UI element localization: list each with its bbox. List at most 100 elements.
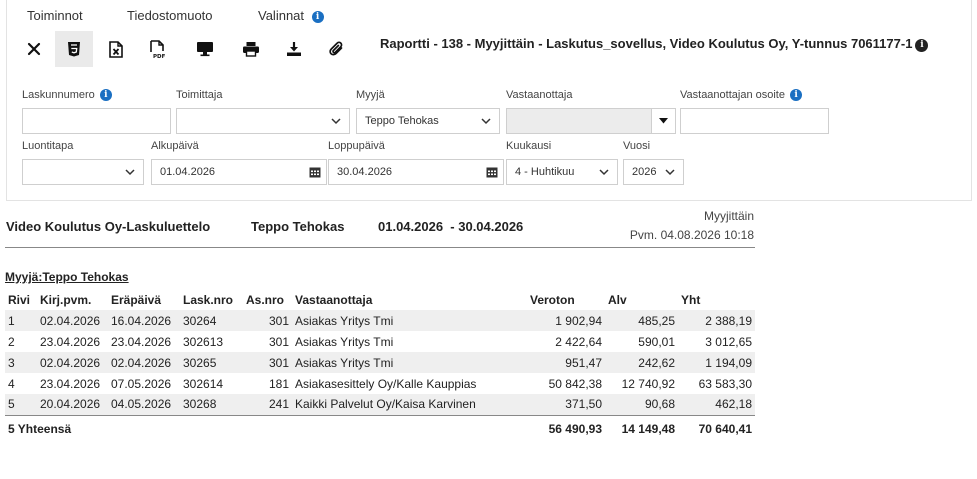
print-button[interactable] [232, 31, 270, 67]
start-date-value: 01.04.2026 [160, 166, 216, 178]
totals-row: 5 Yhteensä 56 490,93 14 149,48 70 640,41 [5, 414, 755, 443]
monitor-icon [197, 42, 213, 57]
cell-invoice-number: 30264 [180, 310, 243, 331]
cell-entry-date: 23.04.2026 [40, 334, 101, 349]
cell-due-date: 16.04.2026 [108, 310, 180, 331]
column-header: Eräpäivä [111, 292, 162, 307]
seller-select[interactable]: Teppo Tehokas [356, 108, 500, 134]
info-icon[interactable]: i [311, 11, 324, 23]
cell-total: 63 583,30 [698, 376, 752, 391]
recipient-dropdown-button[interactable] [651, 109, 675, 133]
column-header: Lask.nro [183, 292, 234, 307]
end-date-input[interactable]: 30.04.2026 [328, 159, 504, 185]
cell-recipient: Asiakas Yritys Tmi [292, 352, 527, 373]
recipient-address-input[interactable] [680, 108, 829, 134]
cell-net: 1 902,94 [527, 310, 605, 331]
calendar-icon[interactable] [309, 166, 321, 178]
title-info-icon[interactable]: i [915, 39, 929, 52]
cell-customer-number: 301 [268, 334, 289, 349]
report-options-panel: Toiminnot Tiedostomuoto Valinnat i PDF R… [6, 0, 972, 201]
report-title: Raportti - 138 - Myyjittäin - Laskutus_s… [380, 36, 929, 52]
chevron-down-icon [125, 169, 135, 176]
close-button[interactable] [15, 31, 53, 67]
table-row: 5 20.04.2026 04.05.2026 30268 241 Kaikki… [5, 394, 755, 415]
screen-view-button[interactable] [186, 31, 224, 67]
cell-net: 951,47 [527, 352, 605, 373]
month-value: 4 - Huhtikuu [515, 166, 575, 178]
table-row: 4 23.04.2026 07.05.2026 302614 181 Asiak… [5, 373, 755, 394]
year-value: 2026 [632, 166, 657, 178]
pdf-export-button[interactable]: PDF [139, 31, 177, 67]
start-date-label: Alkupäivä [151, 140, 199, 152]
attach-button[interactable] [318, 31, 356, 67]
cell-total: 3 012,65 [705, 334, 752, 349]
menu-options[interactable]: Valinnat i [258, 8, 324, 23]
chevron-down-icon [599, 169, 609, 176]
month-select[interactable]: 4 - Huhtikuu [506, 159, 618, 185]
table-header-row: Rivi Kirj.pvm. Eräpäivä Lask.nro As.nro … [5, 289, 755, 310]
cell-row: 4 [8, 376, 15, 391]
cell-invoice-number: 302613 [183, 334, 224, 349]
info-icon[interactable]: i [790, 89, 803, 101]
cell-net: 371,50 [527, 394, 605, 415]
column-header: As.nro [246, 292, 285, 307]
cell-entry-date: 02.04.2026 [37, 352, 108, 373]
cell-row: 1 [5, 310, 37, 331]
totals-label: 5 Yhteensä [5, 414, 527, 443]
cell-net: 2 422,64 [555, 334, 602, 349]
total-net: 56 490,93 [527, 414, 605, 443]
cell-recipient: Asiakas Yritys Tmi [295, 334, 394, 349]
table-row: 2 23.04.2026 23.04.2026 302613 301 Asiak… [5, 331, 755, 352]
chevron-down-icon [331, 118, 341, 125]
recipient-combobox[interactable] [506, 108, 676, 134]
report-print-date: Pvm. 04.08.2026 10:18 [629, 228, 754, 242]
close-icon [27, 42, 41, 56]
cell-due-date: 04.05.2026 [108, 394, 180, 415]
cell-vat: 590,01 [638, 334, 675, 349]
cell-vat: 12 740,92 [621, 376, 675, 391]
report-title-text: Raportti - 138 - Myyjittäin - Laskutus_s… [380, 36, 913, 51]
excel-export-button[interactable] [97, 31, 135, 67]
calendar-icon[interactable] [486, 166, 498, 178]
supplier-label: Toimittaja [176, 89, 223, 101]
cell-entry-date: 20.04.2026 [37, 394, 108, 415]
cell-customer-number: 181 [268, 376, 289, 391]
cell-due-date: 07.05.2026 [111, 376, 172, 391]
cell-invoice-number: 30268 [180, 394, 243, 415]
year-select[interactable]: 2026 [623, 159, 684, 185]
chevron-down-icon [665, 169, 675, 176]
table-row: 1 02.04.2026 16.04.2026 30264 301 Asiaka… [5, 310, 755, 331]
start-date-input[interactable]: 01.04.2026 [151, 159, 327, 185]
menu-file-format[interactable]: Tiedostomuoto [127, 8, 213, 23]
cell-total: 2 388,19 [678, 310, 755, 331]
invoice-number-input[interactable] [22, 108, 171, 134]
cell-row: 3 [5, 352, 37, 373]
menu-options-label: Valinnat [258, 8, 305, 23]
cell-customer-number: 301 [243, 310, 292, 331]
column-header: Kirj.pvm. [40, 292, 92, 307]
cell-net: 50 842,38 [548, 376, 602, 391]
cell-recipient: Kaikki Palvelut Oy/Kaisa Karvinen [292, 394, 527, 415]
column-header: Alv [608, 292, 627, 307]
report-date-range: 01.04.2026 - 30.04.2026 [378, 219, 524, 234]
seller-section-heading: Myyjä:Teppo Tehokas [5, 270, 129, 284]
cell-entry-date: 23.04.2026 [40, 376, 101, 391]
report-company: Video Koulutus Oy-Laskuluettelo [6, 219, 211, 234]
cell-vat: 90,68 [605, 394, 678, 415]
recipient-address-label: Vastaanottajan osoite i [680, 89, 803, 101]
printer-icon [243, 42, 259, 57]
divider [5, 247, 755, 248]
download-button[interactable] [275, 31, 313, 67]
creation-method-select[interactable] [22, 159, 144, 185]
html-format-button[interactable] [55, 31, 93, 67]
html5-icon [68, 42, 80, 57]
chevron-down-icon [481, 118, 491, 125]
recipient-label: Vastaanottaja [506, 89, 573, 101]
recipient-address-label-text: Vastaanottajan osoite [680, 89, 785, 101]
svg-text:PDF: PDF [153, 54, 166, 59]
seller-value: Teppo Tehokas [365, 115, 439, 127]
end-date-value: 30.04.2026 [337, 166, 393, 178]
menu-actions[interactable]: Toiminnot [27, 8, 83, 23]
supplier-select[interactable] [176, 108, 350, 134]
info-icon[interactable]: i [99, 89, 112, 101]
